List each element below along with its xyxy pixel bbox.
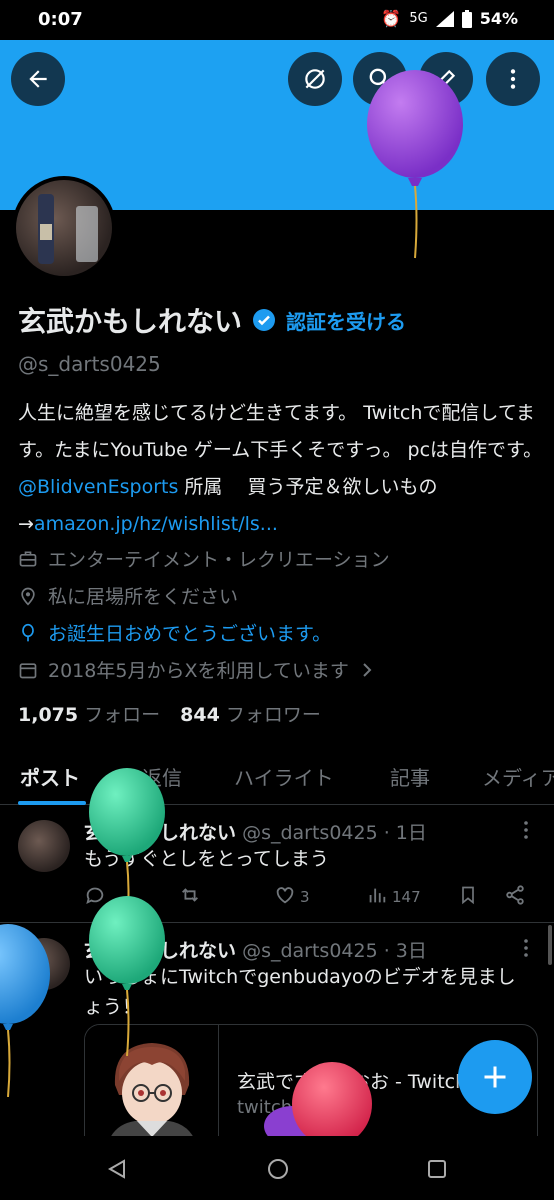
post-more-icon[interactable] xyxy=(518,820,534,840)
repost-icon[interactable] xyxy=(178,884,202,906)
green-balloon xyxy=(89,896,165,1056)
status-icons: ⏰ 5G 54% xyxy=(381,9,518,28)
bio-text-1: 人生に絶望を感じてるけど生きてます。 Twitchで配信してます。たまにYouT… xyxy=(18,402,543,461)
status-time: 0:07 xyxy=(38,9,83,30)
profile-joined: 2018年5月からXを利用しています xyxy=(48,660,349,682)
following-count: 1,075 xyxy=(18,704,79,726)
verified-badge-icon xyxy=(253,309,276,331)
balloon-icon xyxy=(22,623,34,641)
views-count: 147 xyxy=(392,888,421,906)
share-icon[interactable] xyxy=(504,884,526,906)
bio-wishlist-link[interactable]: amazon.jp/hz/wishlist/ls... xyxy=(34,513,278,535)
profile-bio: 人生に絶望を感じてるけど生きてます。 Twitchで配信してます。たまにYouT… xyxy=(18,395,544,543)
profile-handle: @s_darts0425 xyxy=(18,352,161,376)
nav-back-icon[interactable] xyxy=(106,1158,128,1180)
bio-mention-link[interactable]: @BlidvenEsports xyxy=(18,476,178,498)
chevron-right-icon xyxy=(363,662,372,677)
followers-count: 844 xyxy=(180,704,220,726)
get-verified-link[interactable]: 認証を受ける xyxy=(286,306,406,335)
profile-birthday-row: お誕生日おめでとうございます。 xyxy=(18,619,331,646)
tab-media[interactable]: メディア xyxy=(482,762,554,791)
like-icon[interactable] xyxy=(274,884,296,906)
tab-posts[interactable]: ポスト xyxy=(20,762,80,791)
network-label: 5G xyxy=(409,11,428,26)
calendar-icon xyxy=(19,662,37,678)
post-meta: @s_darts0425 · 1日 xyxy=(242,822,427,844)
red-balloon xyxy=(264,1062,372,1136)
profile-avatar[interactable] xyxy=(12,176,116,280)
views-icon[interactable] xyxy=(366,884,388,906)
profile-category-row: エンターテイメント・レクリエーション xyxy=(18,545,390,572)
block-button[interactable] xyxy=(288,52,342,106)
following-label: フォロー xyxy=(84,704,161,726)
system-nav-bar xyxy=(0,1136,554,1200)
post-more-icon[interactable] xyxy=(518,938,534,958)
tab-highlights[interactable]: ハイライト xyxy=(234,762,334,791)
profile-location-row: 私に居場所をください xyxy=(18,582,238,609)
block-icon xyxy=(305,69,325,89)
status-bar: 0:07 ⏰ 5G 54% xyxy=(0,0,554,40)
bookmark-icon[interactable] xyxy=(458,884,478,906)
profile-name: 玄武かもしれない xyxy=(18,305,243,338)
scrollbar-thumb[interactable] xyxy=(548,925,552,965)
back-button[interactable] xyxy=(11,52,65,106)
active-tab-indicator xyxy=(18,801,86,805)
alarm-icon: ⏰ xyxy=(381,9,402,28)
profile-location: 私に居場所をください xyxy=(48,586,239,608)
briefcase-icon xyxy=(19,551,37,566)
more-vertical-icon xyxy=(510,69,516,89)
battery-level: 54% xyxy=(479,9,518,28)
avatar-image xyxy=(16,180,112,276)
nav-home-icon[interactable] xyxy=(266,1157,290,1181)
battery-icon xyxy=(461,9,472,28)
nav-recents-icon[interactable] xyxy=(426,1158,448,1180)
post-avatar[interactable] xyxy=(18,820,70,872)
profile-tabs: ポスト 返信 ハイライト 記事 メディア xyxy=(0,745,554,805)
plus-icon xyxy=(484,1066,506,1088)
followers-link[interactable]: 844 フォロワー xyxy=(180,700,321,727)
followers-label: フォロワー xyxy=(225,704,321,726)
compose-post-button[interactable] xyxy=(458,1040,532,1114)
profile-name-row: 玄武かもしれない 認証を受ける xyxy=(18,300,406,340)
profile-category: エンターテイメント・レクリエーション xyxy=(48,549,390,571)
post-meta: @s_darts0425 · 3日 xyxy=(242,940,427,962)
signal-icon xyxy=(435,10,454,27)
location-pin-icon xyxy=(21,587,35,606)
blue-balloon xyxy=(0,924,50,1097)
arrow-left-icon xyxy=(29,70,47,88)
profile-birthday: お誕生日おめでとうございます。 xyxy=(48,623,332,645)
purple-balloon xyxy=(367,70,463,259)
follow-counts: 1,075 フォロー 844 フォロワー xyxy=(18,700,321,727)
following-link[interactable]: 1,075 フォロー xyxy=(18,700,160,727)
more-button[interactable] xyxy=(486,52,540,106)
like-count: 3 xyxy=(300,888,310,906)
tab-articles[interactable]: 記事 xyxy=(390,762,430,791)
post-divider xyxy=(0,922,554,923)
profile-joined-row[interactable]: 2018年5月からXを利用しています xyxy=(18,656,375,683)
